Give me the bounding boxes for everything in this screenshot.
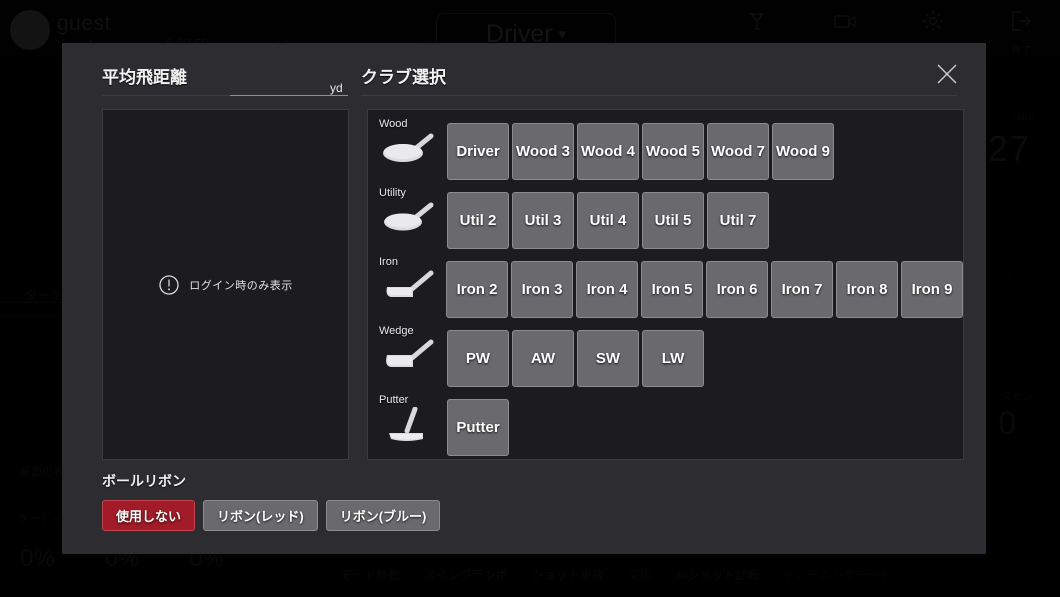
club-category-putter: Putter [374,394,447,447]
club-button-wood-5[interactable]: Wood 5 [642,123,704,180]
club-category-wedge: Wedge [374,325,447,378]
club-button-util-2[interactable]: Util 2 [447,192,509,249]
club-button-iron-9[interactable]: Iron 9 [901,261,963,318]
login-required-note: ログイン時のみ表示 [158,274,293,296]
club-row-wedge: Wedge PW AW SW LW [374,325,963,394]
club-selection-dialog: 平均飛距離 yd クラブ選択 ログイン時のみ表示 Wood Driver Woo… [62,43,986,554]
ribbon-option-blue[interactable]: リボン(ブルー) [325,500,441,531]
close-button[interactable] [930,57,964,91]
club-buttons-wedge: PW AW SW LW [447,325,704,387]
ball-ribbon-section: ボールリボン 使用しない リボン(レッド) リボン(ブルー) [102,471,441,531]
ribbon-option-red[interactable]: リボン(レッド) [203,500,318,531]
club-row-putter: Putter Putter [374,394,963,463]
club-button-iron-2[interactable]: Iron 2 [446,261,508,318]
club-button-lw[interactable]: LW [642,330,704,387]
club-category-wood: Wood [374,118,447,171]
club-row-wood: Wood Driver Wood 3 Wood 4 Wood 5 Wood 7 … [374,118,963,187]
dialog-body: ログイン時のみ表示 Wood Driver Wood 3 Wood 4 Wood… [102,109,964,460]
distance-unit-label: yd [330,81,343,95]
login-required-text: ログイン時のみ表示 [189,279,293,292]
club-button-wood-9[interactable]: Wood 9 [772,123,834,180]
club-button-util-7[interactable]: Util 7 [707,192,769,249]
wood-club-icon [379,131,447,171]
club-button-sw[interactable]: SW [577,330,639,387]
club-button-iron-5[interactable]: Iron 5 [641,261,703,318]
club-button-iron-8[interactable]: Iron 8 [836,261,898,318]
club-buttons-iron: Iron 2 Iron 3 Iron 4 Iron 5 Iron 6 Iron … [446,256,963,318]
club-button-wood-7[interactable]: Wood 7 [707,123,769,180]
club-button-iron-3[interactable]: Iron 3 [511,261,573,318]
club-button-util-3[interactable]: Util 3 [512,192,574,249]
average-distance-panel: ログイン時のみ表示 [102,109,349,460]
club-button-putter[interactable]: Putter [447,399,509,456]
club-button-iron-4[interactable]: Iron 4 [576,261,638,318]
header-divider-right [361,95,957,96]
header-divider-highlight [230,95,348,96]
club-button-wood-3[interactable]: Wood 3 [512,123,574,180]
club-button-util-4[interactable]: Util 4 [577,192,639,249]
club-category-label: Iron [379,256,398,268]
club-button-util-5[interactable]: Util 5 [642,192,704,249]
club-category-iron: Iron [374,256,446,309]
app-root: guest 1 6,00:50 yd yd Driver ▾ ティー [0,0,1060,597]
club-category-label: Putter [379,394,409,406]
header-divider-left [102,95,230,96]
ball-ribbon-title: ボールリボン [102,473,186,489]
ball-ribbon-options: 使用しない リボン(レッド) リボン(ブルー) [102,500,441,531]
club-grid-panel: Wood Driver Wood 3 Wood 4 Wood 5 Wood 7 … [367,109,964,460]
club-category-label: Wedge [379,325,414,337]
wedge-club-icon [379,338,447,378]
club-button-aw[interactable]: AW [512,330,574,387]
club-buttons-wood: Driver Wood 3 Wood 4 Wood 5 Wood 7 Wood … [447,118,834,180]
club-button-iron-7[interactable]: Iron 7 [771,261,833,318]
average-distance-title: 平均飛距離 [102,68,187,87]
club-category-label: Utility [379,187,406,199]
club-button-driver[interactable]: Driver [447,123,509,180]
club-category-label: Wood [379,118,408,130]
club-row-utility: Utility Util 2 Util 3 Util 4 Util 5 Util… [374,187,963,256]
dialog-header: 平均飛距離 yd クラブ選択 [62,43,986,99]
putter-club-icon [379,407,447,447]
close-icon [937,64,957,84]
club-selection-title: クラブ選択 [361,68,446,87]
club-button-wood-4[interactable]: Wood 4 [577,123,639,180]
club-button-pw[interactable]: PW [447,330,509,387]
club-row-iron: Iron Iron 2 Iron 3 Iron 4 Iron 5 Iron 6 … [374,256,963,325]
utility-club-icon [379,200,447,240]
club-category-utility: Utility [374,187,447,240]
club-buttons-utility: Util 2 Util 3 Util 4 Util 5 Util 7 [447,187,769,249]
club-button-iron-6[interactable]: Iron 6 [706,261,768,318]
iron-club-icon [379,269,446,309]
club-buttons-putter: Putter [447,394,509,456]
exclamation-circle-icon [158,274,180,296]
ribbon-option-none[interactable]: 使用しない [102,500,196,531]
